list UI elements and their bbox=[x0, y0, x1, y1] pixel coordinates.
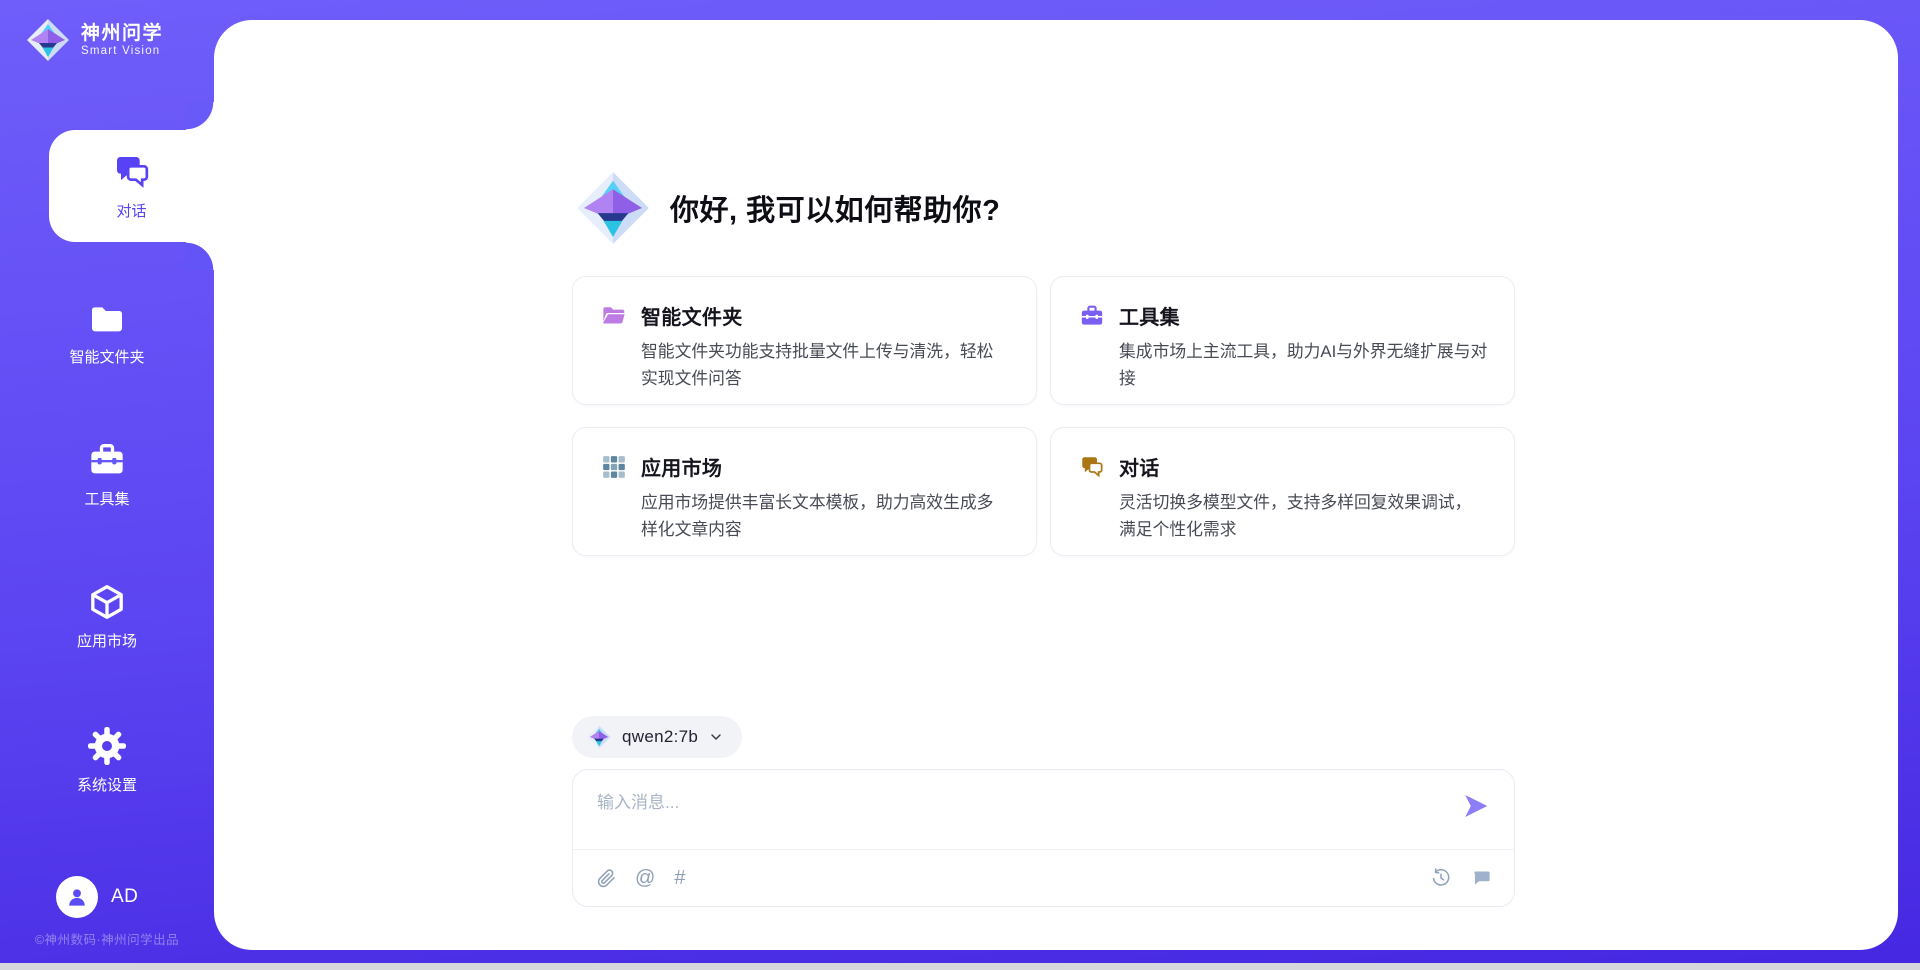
hash-icon: # bbox=[674, 868, 685, 888]
mention-button[interactable]: @ bbox=[635, 868, 655, 888]
card-description: 灵活切换多模型文件，支持多样回复效果调试，满足个性化需求 bbox=[1119, 490, 1488, 543]
conversation-button[interactable] bbox=[1471, 868, 1492, 889]
tab-curve-top bbox=[186, 102, 214, 130]
sidebar-item-label: 应用市场 bbox=[77, 630, 137, 651]
sidebar-item-tools[interactable]: 工具集 bbox=[0, 440, 214, 510]
sidebar-item-label: 对话 bbox=[116, 200, 146, 221]
grid-icon bbox=[601, 454, 627, 480]
attach-button[interactable] bbox=[597, 869, 616, 888]
gear-icon bbox=[87, 726, 127, 766]
user-name: AD bbox=[111, 886, 138, 908]
sidebar-item-market[interactable]: 应用市场 bbox=[0, 582, 214, 652]
briefcase-icon bbox=[87, 440, 127, 480]
greeting: 你好, 我可以如何帮助你? bbox=[572, 167, 1000, 249]
diamond-logo-icon bbox=[572, 167, 654, 249]
sidebar-item-chat[interactable]: 对话 bbox=[49, 130, 214, 242]
folder-open-icon bbox=[601, 303, 627, 329]
card-toolset[interactable]: 工具集 集成市场上主流工具，助力AI与外界无缝扩展与对接 bbox=[1050, 276, 1515, 405]
horizontal-scrollbar[interactable] bbox=[0, 963, 1920, 970]
chat-bubble-icon bbox=[1471, 868, 1492, 889]
at-icon: @ bbox=[635, 868, 655, 888]
card-chat[interactable]: 对话 灵活切换多模型文件，支持多样回复效果调试，满足个性化需求 bbox=[1050, 427, 1515, 556]
sidebar-item-folders[interactable]: 智能文件夹 bbox=[0, 298, 214, 368]
brand-name: 神州问学 bbox=[81, 23, 163, 45]
tab-curve-bottom bbox=[186, 242, 214, 270]
sidebar-item-label: 工具集 bbox=[84, 488, 129, 509]
card-title: 应用市场 bbox=[641, 452, 722, 481]
history-icon bbox=[1430, 867, 1452, 889]
chat-bubbles-icon bbox=[1079, 454, 1105, 480]
card-smart-folders[interactable]: 智能文件夹 智能文件夹功能支持批量文件上传与清洗，轻松实现文件问答 bbox=[572, 276, 1037, 405]
paperclip-icon bbox=[597, 869, 616, 888]
message-input[interactable] bbox=[573, 770, 1514, 849]
card-description: 应用市场提供丰富长文本模板，助力高效生成多样化文章内容 bbox=[641, 490, 1010, 543]
brand-logo: 神州问学 Smart Vision bbox=[24, 16, 163, 64]
sidebar-item-label: 系统设置 bbox=[77, 774, 137, 795]
copyright-text: ©神州数码·神州问学出品 bbox=[0, 929, 214, 948]
card-title: 对话 bbox=[1119, 452, 1160, 481]
chat-bubbles-icon bbox=[112, 152, 152, 192]
main-panel: 你好, 我可以如何帮助你? 智能文件夹 智能文件夹功能支持批量文件上传与清洗，轻… bbox=[214, 20, 1898, 950]
model-selector[interactable]: qwen2:7b bbox=[572, 716, 742, 758]
avatar bbox=[56, 876, 98, 918]
chevron-down-icon bbox=[708, 729, 724, 745]
sidebar-item-label: 智能文件夹 bbox=[69, 346, 144, 367]
send-button[interactable] bbox=[1460, 791, 1492, 823]
card-title: 工具集 bbox=[1119, 301, 1180, 330]
message-composer: @ # bbox=[572, 769, 1515, 907]
card-description: 智能文件夹功能支持批量文件上传与清洗，轻松实现文件问答 bbox=[641, 339, 1010, 392]
history-button[interactable] bbox=[1430, 867, 1452, 889]
user-profile[interactable]: AD bbox=[56, 876, 138, 918]
sidebar-item-settings[interactable]: 系统设置 bbox=[0, 726, 214, 796]
topic-button[interactable]: # bbox=[674, 868, 685, 888]
diamond-logo-icon bbox=[586, 724, 612, 750]
card-description: 集成市场上主流工具，助力AI与外界无缝扩展与对接 bbox=[1119, 339, 1488, 392]
briefcase-icon bbox=[1079, 303, 1105, 329]
diamond-logo-icon bbox=[24, 16, 72, 64]
model-name: qwen2:7b bbox=[622, 727, 698, 747]
card-app-market[interactable]: 应用市场 应用市场提供丰富长文本模板，助力高效生成多样化文章内容 bbox=[572, 427, 1037, 556]
cube-icon bbox=[87, 582, 127, 622]
brand-subtitle: Smart Vision bbox=[81, 45, 163, 57]
feature-cards: 智能文件夹 智能文件夹功能支持批量文件上传与清洗，轻松实现文件问答 工具集 集成… bbox=[572, 276, 1515, 556]
greeting-text: 你好, 我可以如何帮助你? bbox=[670, 187, 1000, 229]
folder-icon bbox=[87, 298, 127, 338]
person-icon bbox=[64, 884, 90, 910]
card-title: 智能文件夹 bbox=[641, 301, 743, 330]
send-icon bbox=[1461, 791, 1491, 821]
sidebar: 神州问学 Smart Vision 对话 智能文件夹 工具集 bbox=[0, 0, 214, 970]
